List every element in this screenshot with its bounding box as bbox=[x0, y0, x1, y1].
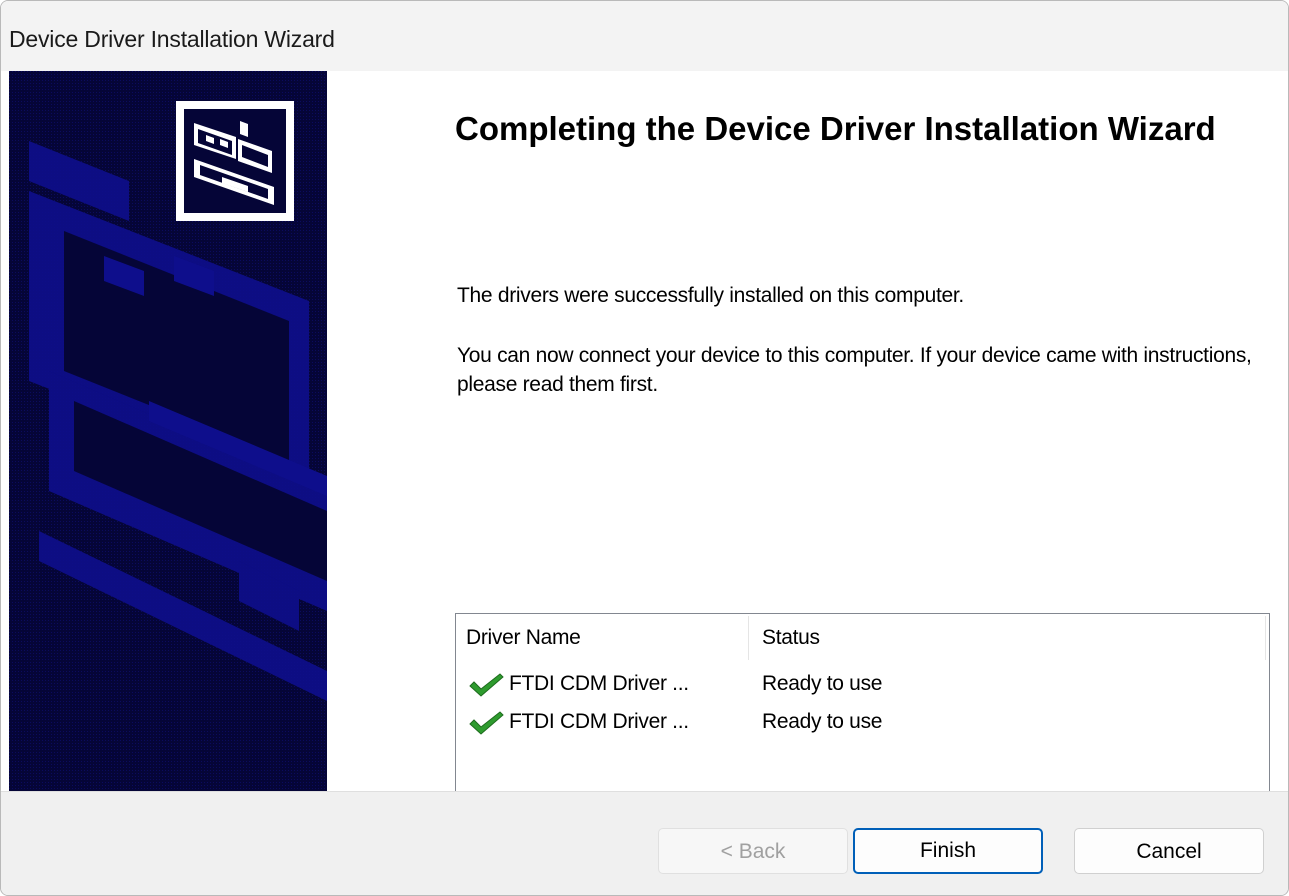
column-divider[interactable] bbox=[1265, 616, 1266, 660]
driver-status: Ready to use bbox=[762, 710, 883, 733]
column-header-status[interactable]: Status bbox=[762, 626, 820, 650]
driver-name: FTDI CDM Driver ... bbox=[509, 710, 689, 733]
driver-row[interactable]: FTDI CDM Driver ... Ready to use bbox=[456, 666, 1269, 704]
wizard-banner bbox=[9, 71, 327, 791]
green-checkmark-icon bbox=[469, 673, 504, 697]
device-driver-icon bbox=[176, 101, 294, 221]
column-divider[interactable] bbox=[748, 616, 749, 660]
back-button[interactable]: < Back bbox=[658, 828, 848, 874]
driver-row[interactable]: FTDI CDM Driver ... Ready to use bbox=[456, 704, 1269, 742]
column-header-driver-name[interactable]: Driver Name bbox=[466, 626, 581, 650]
green-checkmark-icon bbox=[469, 711, 504, 735]
success-message: The drivers were successfully installed … bbox=[457, 284, 964, 307]
button-bar: < Back Finish Cancel bbox=[1, 791, 1288, 895]
window-title: Device Driver Installation Wizard bbox=[9, 26, 335, 52]
driver-name: FTDI CDM Driver ... bbox=[509, 672, 689, 695]
instructions-message: You can now connect your device to this … bbox=[457, 344, 1252, 396]
cancel-button[interactable]: Cancel bbox=[1074, 828, 1264, 874]
wizard-content: Completing the Device Driver Installatio… bbox=[327, 71, 1288, 799]
driver-status: Ready to use bbox=[762, 672, 883, 695]
title-bar[interactable]: Device Driver Installation Wizard bbox=[1, 1, 1288, 71]
page-title: Completing the Device Driver Installatio… bbox=[455, 110, 1216, 147]
driver-list-header: Driver Name Status bbox=[456, 614, 1269, 660]
finish-button[interactable]: Finish bbox=[853, 828, 1043, 874]
driver-list[interactable]: Driver Name Status FTDI CDM Driver ... R… bbox=[455, 613, 1270, 799]
wizard-window: Device Driver Installation Wizard Comple… bbox=[0, 0, 1289, 896]
